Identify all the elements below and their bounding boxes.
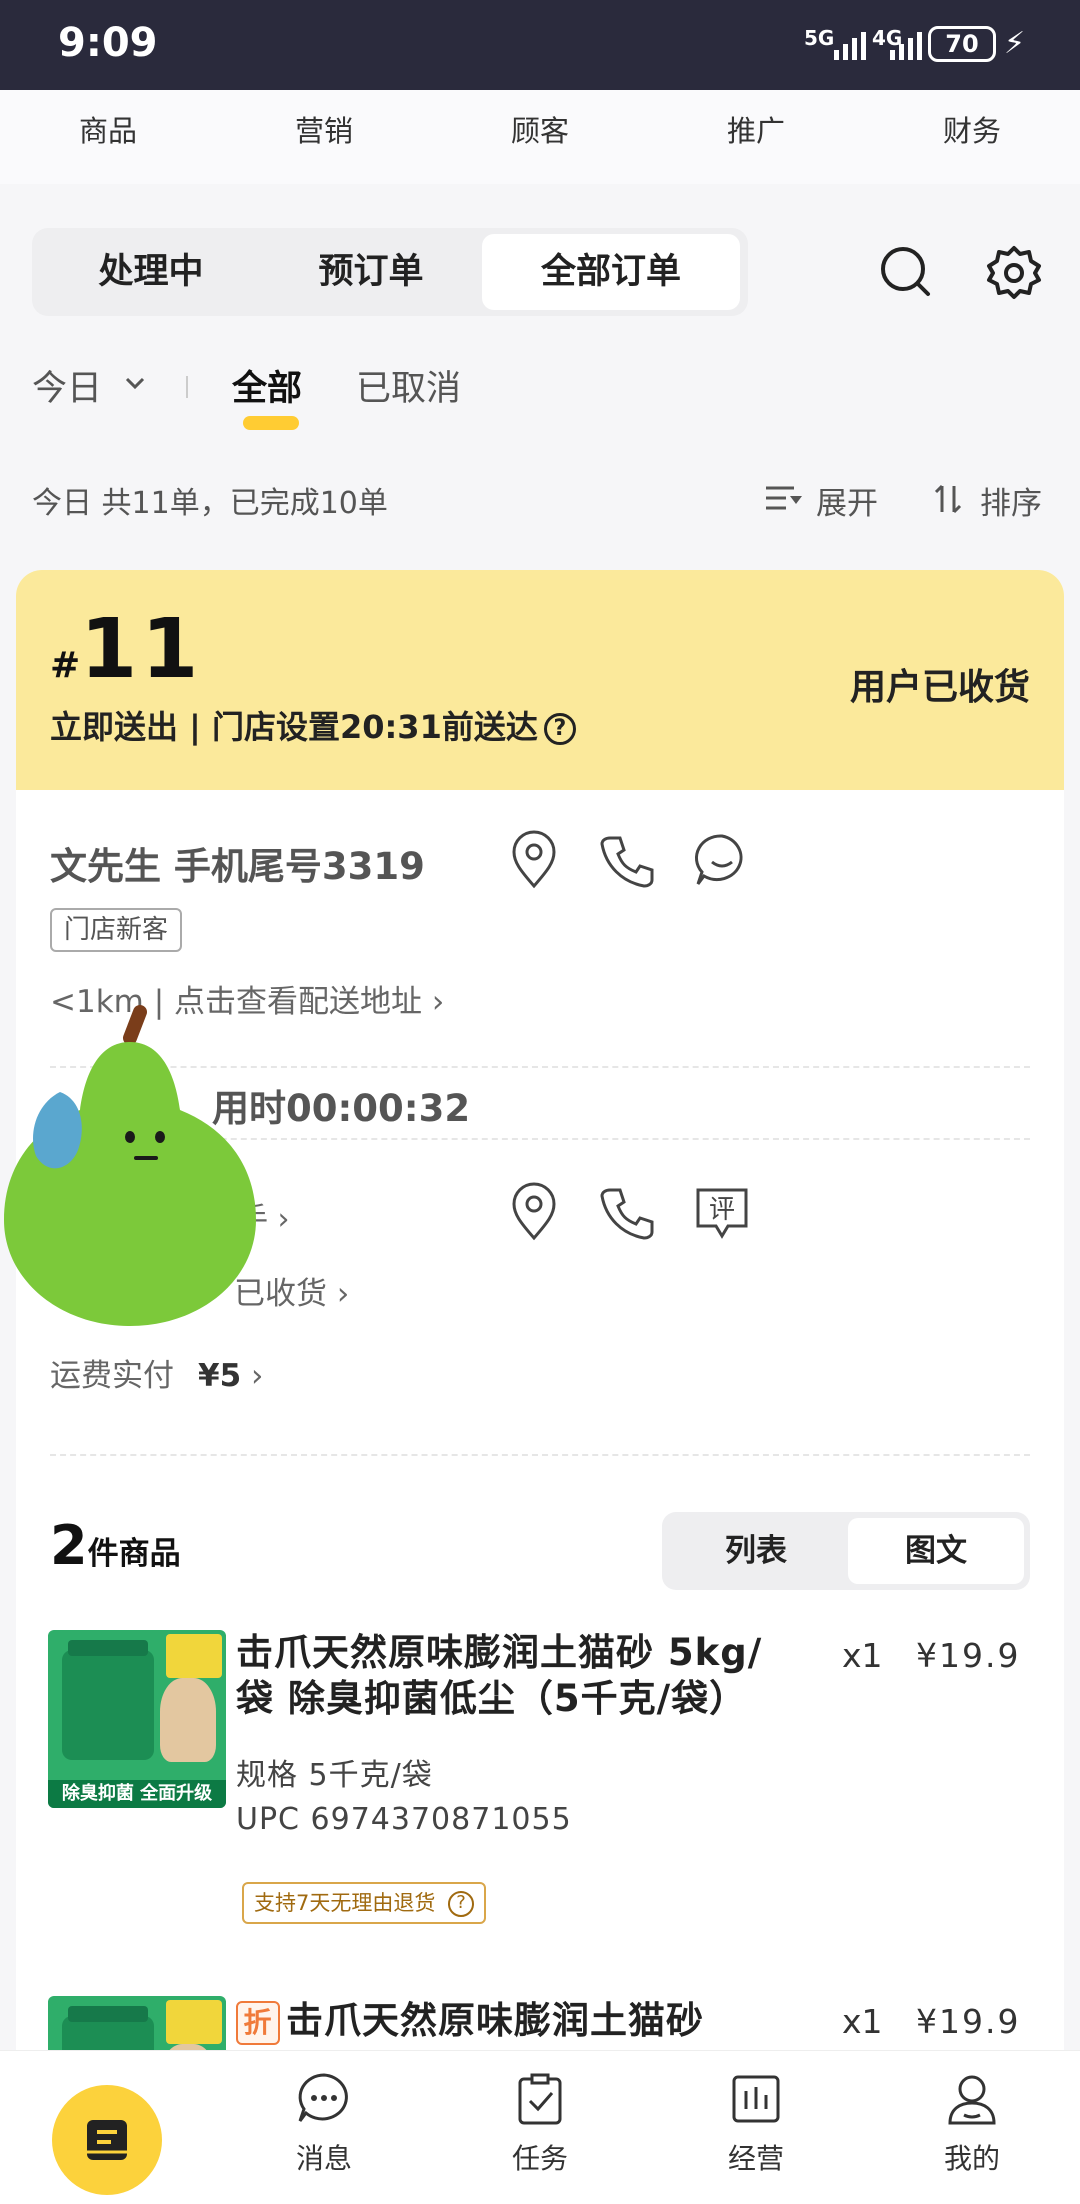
phone-icon[interactable] [598, 830, 658, 890]
delivery-info: 立即送出 | 门店设置20:31前送达? [50, 702, 576, 748]
status-time: 9:09 [58, 20, 158, 66]
top-nav: 商品 营销 顾客 推广 财务 [0, 90, 1080, 184]
divider [186, 376, 188, 398]
tab-mine[interactable]: 我的 [892, 2071, 1052, 2177]
help-icon[interactable]: ? [543, 713, 576, 745]
nav-finance[interactable]: 财务 [892, 108, 1052, 150]
order-card-header: #11 立即送出 | 门店设置20:31前送达? 用户已收货 [16, 570, 1064, 790]
product-spec: 规格 5千克/袋 [236, 1758, 433, 1793]
tab-all-orders[interactable]: 全部订单 [482, 234, 740, 310]
order-card[interactable]: #11 立即送出 | 门店设置20:31前送达? 用户已收货 文先生 手机尾号3… [16, 570, 1064, 2204]
chat-icon[interactable] [692, 830, 752, 890]
view-toggle: 列表 图文 [662, 1512, 1030, 1590]
product-upc: UPC 6974370871055 [236, 1802, 572, 1837]
active-filter-underline [243, 416, 299, 430]
nav-promotion[interactable]: 推广 [676, 108, 836, 150]
rider-location-icon[interactable] [506, 1182, 562, 1242]
order-summary: 今日 共11单，已完成10单 [32, 486, 388, 521]
date-filter[interactable]: 今日 [32, 360, 102, 411]
tab-business[interactable]: 经营 [676, 2071, 836, 2177]
order-status: 用户已收货 [849, 667, 1030, 708]
rider-phone-icon[interactable] [598, 1182, 658, 1242]
tab-messages[interactable]: 消息 [244, 2071, 404, 2177]
signal-icon [834, 28, 866, 60]
delivery-fee[interactable]: 运费实付 ¥5 › [50, 1350, 263, 1395]
tab-processing[interactable]: 处理中 [46, 234, 256, 310]
task-icon [518, 2073, 562, 2125]
product-image[interactable]: 除臭抑菌 全面升级 [48, 1630, 226, 1808]
customer-name: 文先生 手机尾号3319 [50, 845, 425, 888]
new-customer-badge: 门店新客 [50, 908, 183, 952]
tab-preorder[interactable]: 预订单 [266, 234, 476, 310]
order-tabs: 处理中 预订单 全部订单 [32, 228, 748, 316]
view-list-button[interactable]: 列表 [668, 1518, 844, 1584]
expand-button[interactable]: 展开 [816, 478, 878, 523]
message-icon [298, 2073, 348, 2122]
product-quantity-2: x1 [842, 2002, 883, 2041]
discount-badge: 折 [236, 2000, 280, 2045]
nav-customers[interactable]: 顾客 [460, 108, 620, 150]
profile-icon [948, 2075, 996, 2125]
filter-cancelled[interactable]: 已取消 [356, 360, 461, 411]
sort-button[interactable]: 排序 [980, 478, 1042, 523]
view-grid-button[interactable]: 图文 [848, 1518, 1024, 1584]
help-icon[interactable]: ? [448, 1891, 475, 1917]
product-name: 击爪天然原味膨润土猫砂 5kg/袋 除臭抑菌低尘（5千克/袋） [236, 1631, 763, 1720]
chevron-down-icon [125, 377, 145, 390]
return-policy-badge[interactable]: 支持7天无理由退货 ? [242, 1882, 487, 1924]
pear-sticker[interactable] [0, 1000, 260, 1330]
product-price: ¥19.9 [916, 1636, 1021, 1675]
location-icon[interactable] [506, 830, 562, 890]
charging-icon: ⚡ [1004, 26, 1026, 61]
battery-icon: 70 [928, 26, 996, 62]
status-bar: 9:09 5G 4G 70 ⚡ [0, 0, 1080, 90]
review-icon[interactable]: 评 [692, 1182, 752, 1242]
sort-icon[interactable] [932, 482, 966, 516]
network-5g-label: 5G [804, 26, 835, 50]
item-count: 2件商品 [50, 1514, 181, 1577]
orders-icon [87, 2120, 127, 2160]
product-name-2: 折击爪天然原味膨润土猫砂 [236, 1998, 704, 2045]
filter-all[interactable]: 全部 [232, 360, 302, 411]
svg-text:评: 评 [709, 1195, 735, 1225]
product-price-2: ¥19.9 [916, 2002, 1021, 2041]
product-quantity: x1 [842, 1636, 883, 1675]
orders-tab-button[interactable] [52, 2085, 162, 2195]
nav-goods[interactable]: 商品 [28, 108, 188, 150]
tab-tasks[interactable]: 任务 [460, 2071, 620, 2177]
chart-icon [732, 2075, 780, 2123]
divider [50, 1454, 1030, 1456]
settings-icon[interactable] [984, 242, 1044, 302]
nav-marketing[interactable]: 营销 [244, 108, 404, 150]
search-icon[interactable] [876, 242, 936, 302]
expand-icon[interactable] [764, 482, 804, 516]
signal-icon-2 [890, 28, 922, 60]
bottom-tab-bar: 消息 任务 经营 我的 [0, 2050, 1080, 2204]
order-number: #11 [50, 602, 203, 697]
